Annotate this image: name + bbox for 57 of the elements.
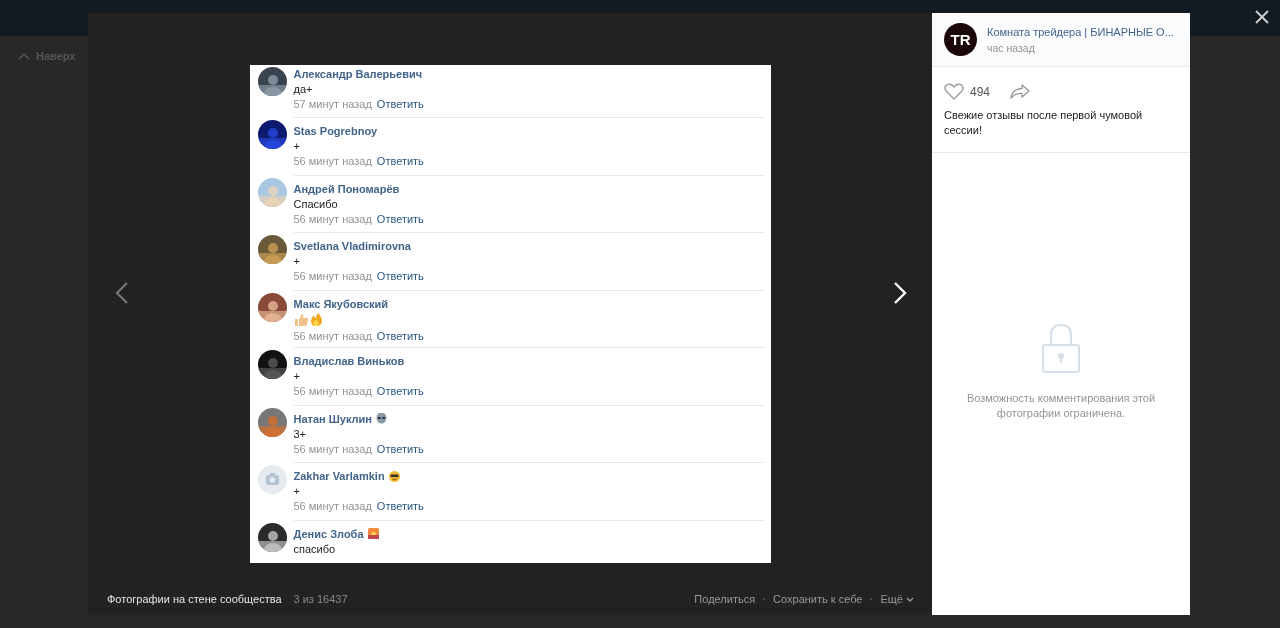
comment-text: да+ — [293, 83, 314, 95]
thumbs-up-and-fire-icon — [293, 312, 324, 327]
commenter-name: Андрей Пономарёв — [293, 182, 400, 195]
comment-time: 56 минут назад — [293, 500, 372, 512]
share-arrow-icon[interactable] — [1010, 84, 1031, 99]
like-count: 494 — [970, 84, 991, 99]
comment-time: 56 минут назад — [293, 385, 372, 397]
sunset-emoji-icon — [367, 528, 379, 539]
commenter-name: Stas Pogrebnoy — [293, 125, 378, 137]
footer-action-link[interactable]: Сохранить к себе — [773, 593, 863, 605]
sunglasses-emoji-icon — [388, 470, 400, 482]
commenter-name: Svetlana Vladimirovna — [293, 240, 411, 252]
chevron-up-icon — [18, 52, 30, 60]
lock-icon — [1042, 323, 1080, 373]
reply-link[interactable]: Ответить — [376, 329, 424, 342]
reply-link[interactable]: Ответить — [376, 270, 424, 282]
commenter-name: Натан Шуклин — [293, 412, 372, 425]
caret-icon — [906, 596, 914, 602]
comment-text: Спасибо — [293, 197, 339, 210]
post-time: час назад — [987, 41, 1036, 54]
comment-time: 56 минут назад — [293, 155, 372, 167]
footer-action-link[interactable]: Ещё — [880, 593, 903, 605]
reply-link[interactable]: Ответить — [376, 212, 424, 225]
camera-avatar-icon — [257, 465, 287, 494]
comment-time: 57 минут назад — [293, 98, 372, 110]
commenter-name: Владислав Виньков — [293, 355, 405, 367]
reply-link[interactable]: Ответить — [376, 385, 424, 397]
alien-emoji-icon — [376, 413, 387, 424]
reply-link[interactable]: Ответить — [376, 155, 424, 167]
comment-time: 56 минут назад — [293, 212, 372, 225]
commenter-name: Макс Якубовский — [293, 297, 389, 310]
comment-text: + — [293, 370, 301, 382]
comment-time: 56 минут назад — [293, 329, 372, 342]
chevron-left-icon[interactable] — [115, 281, 129, 305]
reply-link[interactable]: Ответить — [376, 442, 424, 455]
chevron-right-icon[interactable] — [893, 281, 907, 305]
comment-text: + — [293, 140, 301, 152]
footer-action-link[interactable]: Поделиться — [694, 593, 756, 605]
heart-icon[interactable] — [944, 83, 964, 100]
comment-time: 56 минут назад — [293, 442, 372, 455]
comments-restricted-notice: Возможность комментирования этой фотографии ограничена. — [965, 391, 1157, 421]
photo-counter: 3 из 16437 — [293, 593, 348, 605]
comment-text: спасибо — [293, 542, 337, 555]
commenter-name: Zakhar Varlamkin — [293, 470, 385, 482]
comment-text: + — [293, 485, 301, 497]
reply-link[interactable]: Ответить — [376, 500, 424, 512]
reply-link[interactable]: Ответить — [376, 98, 424, 110]
close-icon[interactable] — [1255, 10, 1269, 24]
comment-time: 56 минут назад — [293, 270, 372, 282]
comment-text: 3+ — [293, 427, 308, 440]
album-title[interactable]: Фотографии на стене сообщества — [107, 593, 282, 605]
comment-text: + — [293, 255, 301, 267]
commenter-name: Александр Валерьевич — [293, 68, 423, 80]
community-logo[interactable]: TR — [944, 23, 977, 56]
community-name-link[interactable]: Комната трейдера | БИНАРНЫЕ О... — [987, 25, 1174, 38]
post-text: Свежие отзывы после первой чумовой сессии! — [944, 108, 1144, 138]
commenter-name: Денис Злоба — [293, 527, 364, 540]
